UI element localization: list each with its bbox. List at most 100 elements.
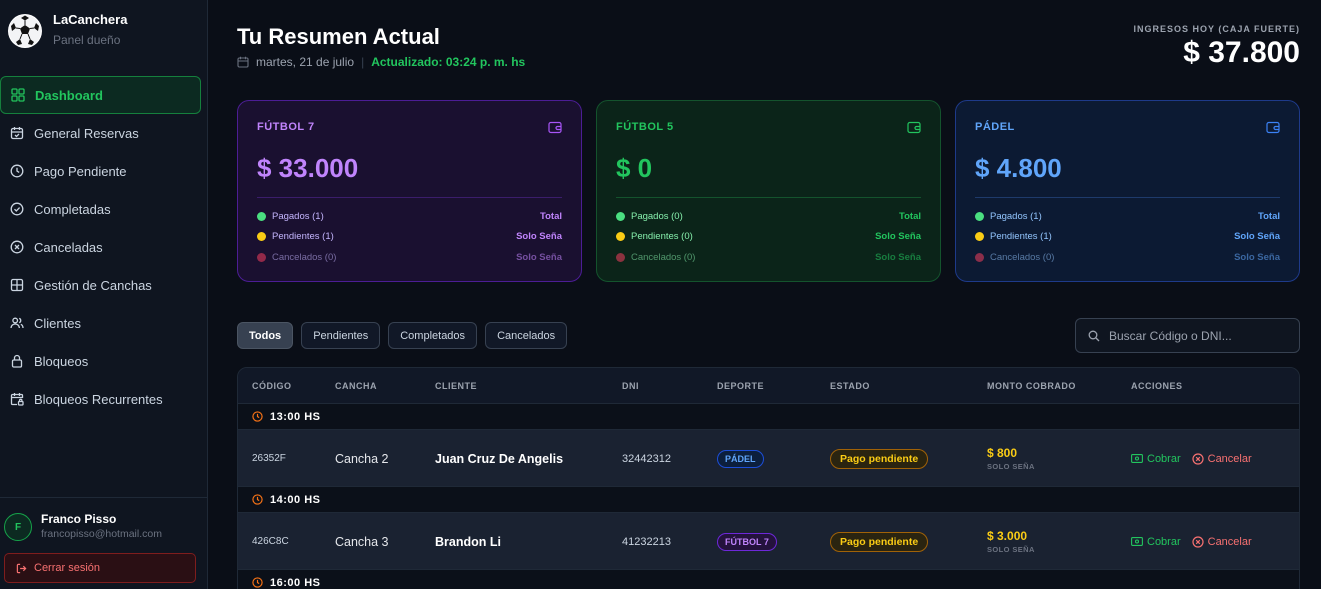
check-circle-icon	[10, 202, 24, 216]
sidebar-item-bloqueos-recurrentes[interactable]: Bloqueos Recurrentes	[0, 380, 208, 418]
sidebar-item-dashboard[interactable]: Dashboard	[0, 76, 201, 114]
charge-button[interactable]: Cobrar	[1131, 453, 1181, 465]
divider	[257, 197, 562, 198]
table-header: CÓDIGO CANCHA CLIENTE DNI DEPORTE ESTADO…	[238, 368, 1299, 404]
cell-court: Cancha 3	[335, 534, 389, 549]
column-header-amount[interactable]: MONTO COBRADO	[987, 381, 1076, 391]
cancel-button[interactable]: Cancelar	[1192, 536, 1252, 548]
layout-icon	[10, 278, 24, 292]
filter-tabs: Todos Pendientes Completados Cancelados	[237, 322, 575, 349]
search-input[interactable]	[1109, 328, 1289, 343]
sidebar-item-label: Canceladas	[34, 239, 103, 255]
column-header-dni[interactable]: DNI	[622, 381, 639, 391]
table-row[interactable]: 26352F Cancha 2 Juan Cruz De Angelis 324…	[238, 430, 1299, 487]
column-header-court[interactable]: CANCHA	[335, 381, 377, 391]
clock-icon	[10, 164, 24, 178]
column-header-status[interactable]: ESTADO	[830, 381, 870, 391]
page-title: Tu Resumen Actual	[237, 24, 440, 49]
current-date: martes, 21 de julio	[256, 55, 355, 69]
amount-note: SOLO SEÑA	[987, 545, 1035, 554]
card-futbol-5: FÚTBOL 5 $ 0 Pagados (0) Total Pendientes…	[596, 100, 941, 282]
reservations-table: CÓDIGO CANCHA CLIENTE DNI DEPORTE ESTADO…	[237, 367, 1300, 589]
status-badge: Pago pendiente	[830, 531, 929, 552]
amount-value: $ 3.000	[987, 529, 1028, 543]
status-badge: Pago pendiente	[830, 448, 929, 469]
cell-amount: $ 3.000 SOLO SEÑA	[987, 513, 1035, 570]
cell-actions: Cobrar Cancelar	[1131, 430, 1263, 487]
cancelled-note: Solo Seña	[516, 251, 562, 263]
calendar-icon	[237, 56, 249, 68]
paid-note: Total	[540, 210, 562, 222]
time-group-header: 14:00 HS	[238, 487, 1299, 513]
column-header-actions: ACCIONES	[1131, 381, 1183, 391]
divider	[975, 197, 1280, 198]
filter-todos[interactable]: Todos	[237, 322, 294, 349]
sidebar: LaCanchera Panel dueño Dashboard General…	[0, 0, 208, 589]
cell-sport: PÁDEL	[717, 430, 764, 487]
cancelled-row: Cancelados (0) Solo Seña	[616, 250, 921, 264]
cell-dni: 41232213	[622, 535, 671, 548]
sidebar-item-bloqueos[interactable]: Bloqueos	[0, 342, 208, 380]
brand-name: LaCanchera	[53, 12, 128, 27]
card-amount: $ 4.800	[975, 153, 1062, 183]
sidebar-item-canceladas[interactable]: Canceladas	[0, 228, 208, 266]
sidebar-item-gestion-canchas[interactable]: Gestión de Canchas	[0, 266, 208, 304]
column-header-code[interactable]: CÓDIGO	[252, 381, 292, 391]
cell-client: Juan Cruz De Angelis	[435, 451, 564, 466]
wallet-icon	[907, 121, 921, 139]
amount-value: $ 800	[987, 446, 1018, 460]
paid-dot-icon	[257, 211, 266, 221]
sport-badge: FÚTBOL 7	[717, 532, 777, 551]
sidebar-item-pago-pendiente[interactable]: Pago Pendiente	[0, 152, 208, 190]
logout-label: Cerrar sesión	[34, 562, 101, 574]
separator: |	[361, 55, 365, 69]
avatar[interactable]: F	[4, 513, 32, 541]
cancelled-row: Cancelados (0) Solo Seña	[975, 250, 1280, 264]
cancelled-label: Cancelados (0)	[272, 251, 337, 263]
cell-status: Pago pendiente	[830, 513, 929, 570]
sidebar-item-label: Dashboard	[35, 87, 103, 103]
brand[interactable]: LaCanchera Panel dueño	[8, 12, 127, 49]
cell-amount: $ 800 SOLO SEÑA	[987, 430, 1035, 487]
income-label: INGRESOS HOY (CAJA FUERTE)	[1133, 24, 1300, 34]
column-header-client[interactable]: CLIENTE	[435, 381, 477, 391]
cancelled-label: Cancelados (0)	[631, 251, 696, 263]
paid-row: Pagados (1) Total	[975, 209, 1280, 223]
charge-label: Cobrar	[1147, 535, 1181, 548]
paid-row: Pagados (0) Total	[616, 209, 921, 223]
filter-pendientes[interactable]: Pendientes	[301, 322, 381, 349]
paid-label: Pagados (0)	[631, 210, 683, 222]
paid-note: Total	[1258, 210, 1280, 222]
lock-icon	[10, 354, 24, 368]
pending-note: Solo Seña	[516, 230, 562, 242]
user-email: francopisso@hotmail.com	[41, 528, 162, 540]
sidebar-item-completadas[interactable]: Completadas	[0, 190, 208, 228]
cell-dni: 32442312	[622, 452, 671, 465]
divider	[616, 197, 921, 198]
users-icon	[10, 316, 24, 330]
paid-row: Pagados (1) Total	[257, 209, 562, 223]
pending-row: Pendientes (0) Solo Seña	[616, 229, 921, 243]
filter-completados[interactable]: Completados	[388, 322, 478, 349]
date-line: martes, 21 de julio | Actualizado: 03:24…	[237, 55, 525, 69]
time-group-label: 16:00 HS	[270, 576, 321, 589]
x-circle-icon	[1192, 535, 1204, 548]
pending-dot-icon	[616, 231, 625, 241]
table-row[interactable]: 426C8C Cancha 3 Brandon Li 41232213 FÚTB…	[238, 513, 1299, 570]
cancelled-row: Cancelados (0) Solo Seña	[257, 250, 562, 264]
cancel-button[interactable]: Cancelar	[1192, 453, 1252, 465]
logout-button[interactable]: Cerrar sesión	[4, 553, 196, 583]
sidebar-item-general-reservas[interactable]: General Reservas	[0, 114, 208, 152]
column-header-sport[interactable]: DEPORTE	[717, 381, 764, 391]
filter-cancelados[interactable]: Cancelados	[485, 322, 568, 349]
time-group-label: 14:00 HS	[270, 493, 321, 506]
sidebar-item-clientes[interactable]: Clientes	[0, 304, 208, 342]
time-group-header: 13:00 HS	[238, 404, 1299, 430]
charge-label: Cobrar	[1147, 452, 1181, 465]
cell-status: Pago pendiente	[830, 430, 929, 487]
card-futbol-7: FÚTBOL 7 $ 33.000 Pagados (1) Total Pendi…	[237, 100, 582, 282]
time-group-label: 13:00 HS	[270, 410, 321, 423]
clock-icon	[252, 411, 263, 422]
cell-sport: FÚTBOL 7	[717, 513, 777, 570]
charge-button[interactable]: Cobrar	[1131, 536, 1181, 548]
